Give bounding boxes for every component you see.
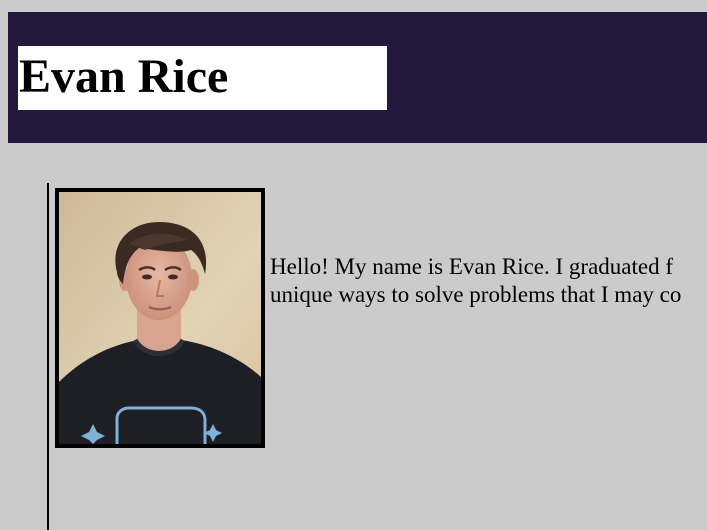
page-title: Evan Rice bbox=[19, 50, 229, 103]
profile-photo bbox=[55, 188, 265, 448]
content-divider bbox=[47, 183, 49, 530]
bio-text: Hello! My name is Evan Rice. I graduated… bbox=[270, 253, 707, 309]
portrait-photo-icon bbox=[59, 192, 261, 444]
name-box: Evan Rice bbox=[18, 46, 387, 110]
site-header: Evan Rice bbox=[8, 12, 707, 143]
bio-line-1: Hello! My name is Evan Rice. I graduated… bbox=[270, 254, 674, 279]
bio-container: Hello! My name is Evan Rice. I graduated… bbox=[270, 253, 707, 313]
bio-line-2: unique ways to solve problems that I may… bbox=[270, 282, 682, 307]
